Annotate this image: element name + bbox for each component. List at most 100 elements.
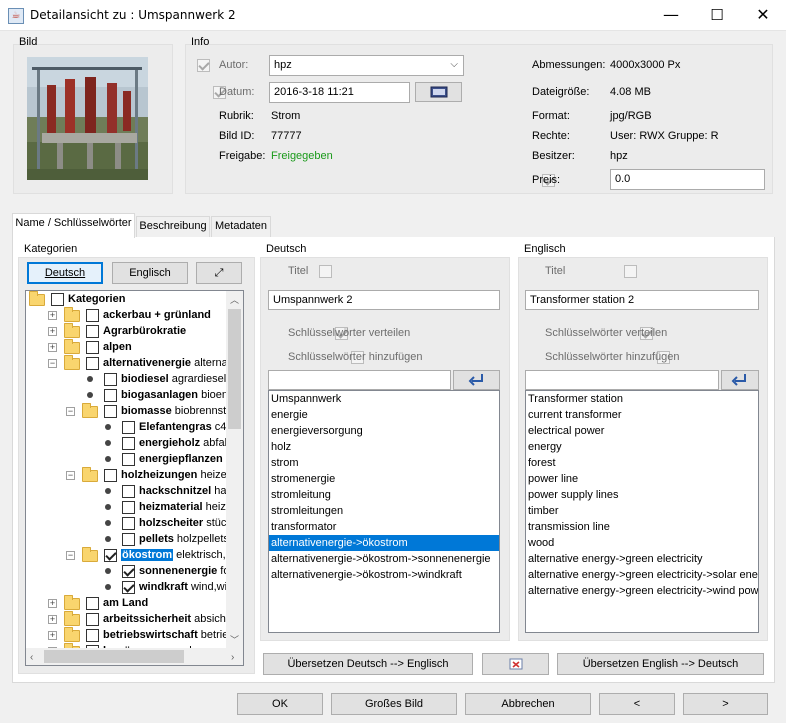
expand-icon[interactable]: + <box>48 631 57 640</box>
clear-button[interactable] <box>482 653 549 675</box>
category-checkbox[interactable] <box>104 405 117 418</box>
category-checkbox[interactable] <box>86 613 99 626</box>
expand-icon[interactable]: + <box>48 615 57 624</box>
en-keyword-item[interactable]: transmission line <box>526 519 758 535</box>
en-keyword-input[interactable] <box>525 370 719 390</box>
category-checkbox[interactable] <box>122 517 135 530</box>
de-keyword-item[interactable]: transformator <box>269 519 499 535</box>
collapse-icon[interactable]: − <box>66 551 75 560</box>
tree-item[interactable]: alpen <box>103 339 132 355</box>
collapse-icon[interactable]: − <box>48 359 57 368</box>
en-keyword-item[interactable]: alternative energy->green electricity->w… <box>526 583 758 599</box>
expand-icon[interactable]: + <box>48 343 57 352</box>
en-keyword-item[interactable]: wood <box>526 535 758 551</box>
scroll-left-icon[interactable]: ‹ <box>30 652 33 663</box>
tree-item[interactable]: holzheizungen heizen n <box>121 467 242 483</box>
category-checkbox[interactable] <box>86 325 99 338</box>
tree-scroll-thumb[interactable] <box>228 309 241 429</box>
tree-item[interactable]: am Land <box>103 595 148 611</box>
autor-select[interactable]: hpz ⌵ <box>269 55 464 76</box>
previous-button[interactable]: < <box>599 693 675 715</box>
en-keyword-item[interactable]: alternative energy->green electricity <box>526 551 758 567</box>
tree-item[interactable]: arbeitssicherheit absicher <box>103 611 236 627</box>
tree-item[interactable]: heizmaterial heizgu <box>139 499 238 515</box>
category-checkbox[interactable] <box>51 293 64 306</box>
englisch-button[interactable]: Englisch <box>112 262 188 284</box>
category-checkbox[interactable] <box>122 421 135 434</box>
category-checkbox[interactable] <box>122 453 135 466</box>
de-keyword-item[interactable]: strom <box>269 455 499 471</box>
de-keyword-item[interactable]: Umspannwerk <box>269 391 499 407</box>
category-checkbox[interactable] <box>122 565 135 578</box>
en-keyword-item[interactable]: Transformer station <box>526 391 758 407</box>
tree-item[interactable]: betriebswirtschaft betrieb <box>103 627 234 643</box>
de-keyword-item[interactable]: stromenergie <box>269 471 499 487</box>
category-checkbox[interactable] <box>86 309 99 322</box>
en-keyword-list[interactable]: Transformer station current transformer el… <box>525 390 759 633</box>
tree-item[interactable]: sonnenenergie foto <box>139 563 239 579</box>
category-checkbox[interactable] <box>122 437 135 450</box>
tree-item[interactable]: Kategorien <box>68 291 125 307</box>
calendar-button[interactable] <box>415 82 462 102</box>
collapse-icon[interactable]: − <box>66 407 75 416</box>
category-checkbox[interactable] <box>122 485 135 498</box>
en-keyword-item[interactable]: energy <box>526 439 758 455</box>
datum-input[interactable]: 2016-3-18 11:21 <box>269 82 410 103</box>
scroll-right-icon[interactable]: › <box>231 652 234 663</box>
category-tree[interactable]: Kategorien + ackerbau + grünland + Agrarbüro… <box>25 290 244 666</box>
category-checkbox[interactable] <box>104 469 117 482</box>
ok-button[interactable]: OK <box>237 693 323 715</box>
tree-item[interactable]: hackschnitzel hack <box>139 483 237 499</box>
category-checkbox[interactable] <box>86 341 99 354</box>
scroll-up-icon[interactable]: ︿ <box>230 293 239 306</box>
en-titel-input[interactable]: Transformer station 2 <box>525 290 759 310</box>
de-keyword-input[interactable] <box>268 370 451 390</box>
en-keyword-item[interactable]: current transformer <box>526 407 758 423</box>
de-keyword-item[interactable]: alternativenergie->ökostrom->windkraft <box>269 567 499 583</box>
tree-item[interactable]: alternativenergie alternati <box>103 355 233 371</box>
tab-metadaten[interactable]: Metadaten <box>211 216 271 237</box>
de-keyword-item[interactable]: stromleitungen <box>269 503 499 519</box>
tree-hscroll-thumb[interactable] <box>44 650 184 663</box>
scroll-down-icon[interactable]: ﹀ <box>230 633 239 646</box>
tab-beschreibung[interactable]: Beschreibung <box>136 216 210 237</box>
de-keyword-item[interactable]: energieversorgung <box>269 423 499 439</box>
tab-name-schluesselwoerter[interactable]: Name / Schlüsselwörter <box>12 213 135 238</box>
de-titel-checkbox[interactable] <box>319 265 333 278</box>
tree-item[interactable]: biogasanlagen bioener <box>121 387 238 403</box>
maximize-button[interactable]: ☐ <box>694 0 740 31</box>
next-button[interactable]: > <box>683 693 768 715</box>
close-button[interactable]: ✕ <box>740 0 786 31</box>
en-keyword-item[interactable]: electrical power <box>526 423 758 439</box>
category-checkbox[interactable] <box>104 549 117 562</box>
en-keyword-item[interactable]: alternative energy->green electricity->s… <box>526 567 758 583</box>
en-keyword-item[interactable]: timber <box>526 503 758 519</box>
category-checkbox[interactable] <box>122 501 135 514</box>
category-checkbox[interactable] <box>104 373 117 386</box>
expand-icon[interactable]: + <box>48 599 57 608</box>
de-keyword-list[interactable]: Umspannwerk energie energieversorgung holz s… <box>268 390 500 633</box>
thumbnail-image[interactable] <box>27 57 148 180</box>
en-keyword-item[interactable]: power supply lines <box>526 487 758 503</box>
collapse-icon[interactable]: − <box>66 471 75 480</box>
tree-item[interactable]: Elefantengras c4 pf <box>139 419 239 435</box>
tree-item[interactable]: Agrarbürokratie <box>103 323 186 339</box>
preis-input[interactable]: 0.0 <box>610 169 765 190</box>
category-checkbox[interactable] <box>86 629 99 642</box>
en-titel-checkbox[interactable] <box>624 265 638 278</box>
grosses-bild-button[interactable]: Großes Bild <box>331 693 457 715</box>
de-titel-input[interactable]: Umspannwerk 2 <box>268 290 500 310</box>
tree-item[interactable]: ökostrom elektrisch,ele <box>121 547 240 563</box>
deutsch-button[interactable]: Deutsch <box>27 262 103 284</box>
de-add-keyword-button[interactable] <box>453 370 500 390</box>
expand-icon[interactable]: + <box>48 311 57 320</box>
translate-de-en-button[interactable]: Übersetzen Deutsch --> Englisch <box>263 653 473 675</box>
tree-item[interactable]: biomasse biobrennstoff <box>121 403 238 419</box>
tree-item[interactable]: ackerbau + grünland <box>103 307 211 323</box>
expand-icon[interactable]: + <box>48 327 57 336</box>
tree-item[interactable]: energiepflanzen er <box>139 451 236 467</box>
en-add-keyword-button[interactable] <box>721 370 759 390</box>
de-keyword-item[interactable]: alternativenergie->ökostrom <box>269 535 499 551</box>
tree-item[interactable]: holzscheiter stückg <box>139 515 238 531</box>
translate-en-de-button[interactable]: Übersetzen English --> Deutsch <box>557 653 764 675</box>
